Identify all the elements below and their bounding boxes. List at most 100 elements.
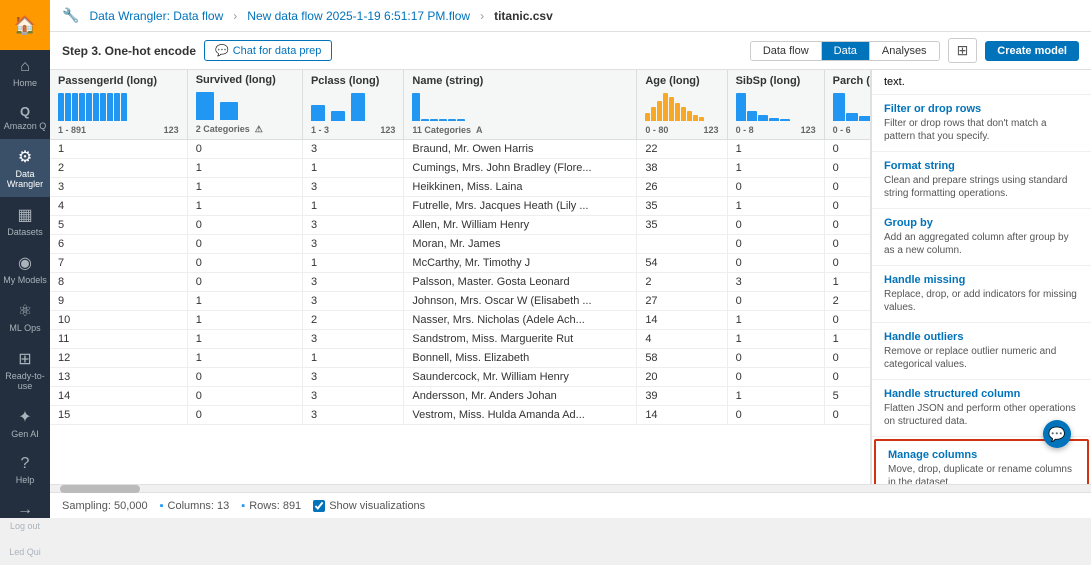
cell-id: 3 [50,178,187,197]
cell-sibsp: 0 [727,178,824,197]
sidebar-item-datasets[interactable]: ▦ Datasets [0,197,50,245]
bar [663,93,668,121]
cell-id: 1 [50,140,187,159]
sidebar-item-help[interactable]: ? Help [0,447,50,493]
cell-parch: 0 [824,235,871,254]
cell-sibsp: 0 [727,254,824,273]
breadcrumb-flow-file[interactable]: New data flow 2025-1-19 6:51:17 PM.flow [247,9,470,23]
cell-id: 13 [50,368,187,387]
col-name-pclass: Pclass (long) [311,75,395,87]
panel-item-handle-missing[interactable]: Handle missing Replace, drop, or add ind… [872,266,1091,323]
col-range-passengerid: 1 - 891123 [58,125,179,135]
sidebar-item-log-out[interactable]: → Log out [0,493,50,539]
chat-for-data-prep-button[interactable]: 💬 Chat for data prep [204,40,332,61]
bar [846,113,858,121]
bar [311,105,325,121]
bar [699,117,704,121]
bar [331,111,345,121]
bar [421,119,429,121]
sidebar-item-my-models[interactable]: ◉ My Models [0,245,50,293]
my-models-icon: ◉ [18,253,32,273]
col-name-passengerid: PassengerId (long) [58,75,179,87]
breadcrumb-sep-1: › [233,9,237,23]
cell-name: Moran, Mr. James [404,235,637,254]
tab-data[interactable]: Data [822,42,870,60]
cell-id: 14 [50,387,187,406]
data-area: PassengerId (long) [50,70,1091,484]
cell-pclass: 3 [302,140,403,159]
bar [457,119,465,121]
bar [736,93,746,121]
cell-id: 2 [50,159,187,178]
cell-survived: 1 [187,178,302,197]
sidebar-item-data-wrangler-label: Data Wrangler [0,169,50,189]
cell-parch: 0 [824,368,871,387]
sidebar: 🏠 ⌂ Home Q Amazon Q ⚙ Data Wrangler ▦ Da… [0,0,50,518]
bar [351,93,365,121]
panel-item-desc: Move, drop, duplicate or rename columns … [888,463,1075,484]
panel-item-title: Filter or drop rows [884,103,1079,115]
breadcrumb-data-flow[interactable]: Data Wrangler: Data flow [89,9,223,23]
tab-analyses[interactable]: Analyses [870,42,939,60]
panel-item-title: Group by [884,217,1079,229]
sampling-label: Sampling: 50,000 [62,500,148,512]
sidebar-item-ml-ops[interactable]: ⚛ ML Ops [0,293,50,341]
cell-pclass: 1 [302,159,403,178]
cell-survived: 0 [187,254,302,273]
cell-sibsp: 1 [727,311,824,330]
col-name-age: Age (long) [645,75,718,87]
cell-parch: 0 [824,140,871,159]
sidebar-item-home[interactable]: ⌂ Home [0,50,50,96]
chat-bubble-icon: 💬 [1048,426,1065,443]
sidebar-item-amazon-q[interactable]: Q Amazon Q [0,96,50,139]
view-tabs: Data flow Data Analyses [750,41,940,61]
scrollbar-thumb[interactable] [60,485,140,493]
cell-sibsp: 1 [727,387,824,406]
col-header-passengerid: PassengerId (long) [50,70,187,140]
chat-btn-label: Chat for data prep [233,45,322,57]
cell-sibsp: 1 [727,159,824,178]
sidebar-item-data-wrangler[interactable]: ⚙ Data Wrangler [0,139,50,197]
cell-pclass: 2 [302,311,403,330]
panel-item-desc: Replace, drop, or add indicators for mis… [884,288,1079,314]
help-icon: ? [21,455,30,473]
col-name-sibsp: SibSp (long) [736,75,816,87]
cell-survived: 0 [187,387,302,406]
table-row: 9 1 3 Johnson, Mrs. Oscar W (Elisabeth .… [50,292,871,311]
sidebar-item-ready-to-use[interactable]: ⊞ Ready-to-use [0,341,50,399]
cell-sibsp: 0 [727,368,824,387]
cell-pclass: 3 [302,292,403,311]
panel-item-handle-outliers[interactable]: Handle outliers Remove or replace outlie… [872,323,1091,380]
panel-item-filter-drop-rows[interactable]: Filter or drop rows Filter or drop rows … [872,95,1091,152]
cell-pclass: 1 [302,254,403,273]
panel-item-desc: Clean and prepare strings using standard… [884,174,1079,200]
cell-id: 8 [50,273,187,292]
horizontal-scrollbar[interactable] [50,484,1091,492]
panel-item-format-string[interactable]: Format string Clean and prepare strings … [872,152,1091,209]
col-range-age: 0 - 80123 [645,125,718,135]
table-row: 10 1 2 Nasser, Mrs. Nicholas (Adele Ach.… [50,311,871,330]
bar [65,93,71,121]
logo-icon: 🏠 [14,15,36,36]
bar [100,93,106,121]
rows-label: Rows: 891 [249,500,301,512]
show-vis-item[interactable]: Show visualizations [313,500,425,512]
chat-bubble-btn[interactable]: 💬 [1043,420,1071,448]
col-range-pclass: 1 - 3123 [311,125,395,135]
cell-name: Bonnell, Miss. Elizabeth [404,349,637,368]
create-model-button[interactable]: Create model [985,41,1079,61]
cell-survived: 0 [187,406,302,425]
panel-item-group-by[interactable]: Group by Add an aggregated column after … [872,209,1091,266]
show-vis-checkbox[interactable] [313,500,325,512]
sidebar-item-gen-ai[interactable]: ✦ Gen AI [0,399,50,447]
panel-item-title: Format string [884,160,1079,172]
bar [439,119,447,121]
tab-data-flow[interactable]: Data flow [751,42,822,60]
bar [79,93,85,121]
cell-age: 4 [637,330,727,349]
bar [747,111,757,121]
table-section[interactable]: PassengerId (long) [50,70,871,484]
grid-view-button[interactable]: ⊞ [948,38,978,63]
col-chart-name [412,91,628,121]
col-header-pclass: Pclass (long) 1 - [302,70,403,140]
